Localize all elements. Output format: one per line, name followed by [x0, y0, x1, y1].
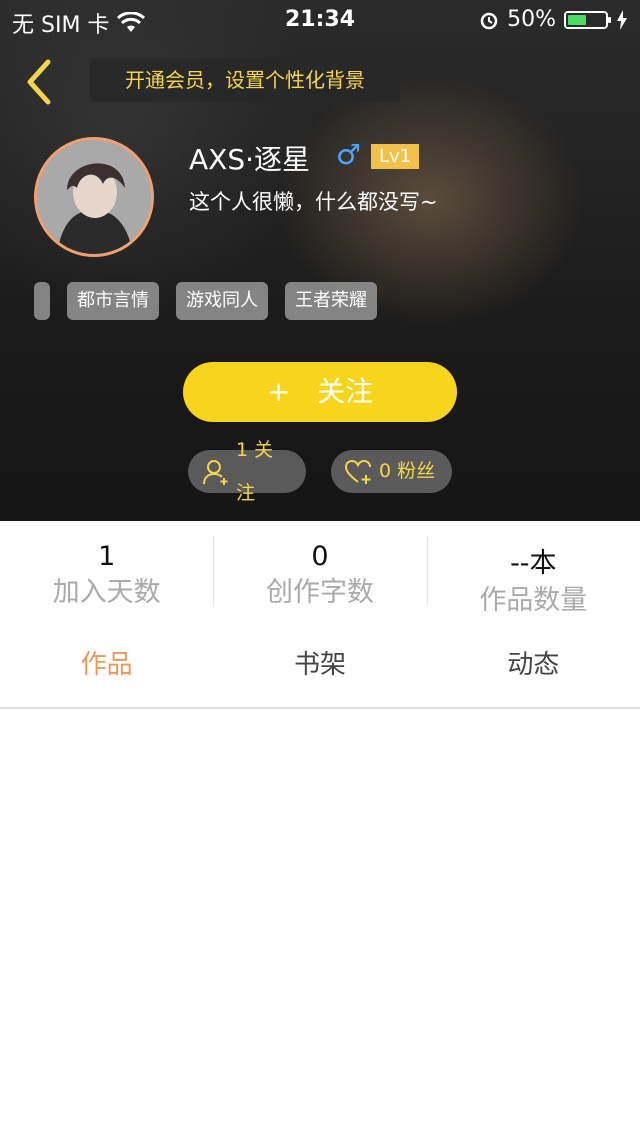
following-count-button[interactable]: 1 关注 [188, 439, 306, 504]
tab-bookshelf[interactable]: 书架 [213, 630, 426, 700]
fans-count: 0 粉丝 [379, 460, 436, 482]
stat-value: --本 [510, 548, 557, 579]
following-count: 1 关注 [235, 438, 274, 504]
profile-header: 无 SIM 卡 21:34 50% 开通会员，设置个性化背景 AXS·逐星 ♂ … [0, 0, 640, 521]
stat-label: 作品数量 [479, 585, 588, 616]
status-bar: 无 SIM 卡 21:34 50% [0, 0, 640, 40]
tag-item[interactable]: 王者荣耀 [285, 282, 377, 320]
stat-value: 1 [98, 541, 116, 572]
fans-count-button[interactable]: 0 粉丝 [331, 450, 452, 493]
avatar-image [37, 140, 151, 254]
tab-activity[interactable]: 动态 [427, 630, 640, 700]
tag-list: 都市言情 游戏同人 王者荣耀 [34, 282, 377, 320]
alarm-icon [480, 12, 498, 29]
add-user-icon [202, 459, 228, 485]
stats-row: 1 加入天数 0 创作字数 --本 作品数量 [0, 521, 640, 619]
stat-word-count: 0 创作字数 [213, 521, 426, 619]
username: AXS·逐星 [189, 143, 311, 176]
stat-label: 加入天数 [52, 577, 161, 608]
heart-plus-icon [345, 459, 371, 484]
avatar[interactable] [34, 137, 154, 257]
tab-works[interactable]: 作品 [0, 630, 213, 700]
back-chevron-icon[interactable] [22, 58, 58, 106]
tag-item[interactable]: 游戏同人 [176, 282, 268, 320]
tag-item[interactable] [34, 282, 50, 320]
level-badge: Lv1 [371, 144, 420, 169]
charging-icon [617, 9, 627, 30]
stat-join-days: 1 加入天数 [0, 521, 213, 619]
follow-button[interactable]: + 关注 [183, 362, 457, 422]
battery-percent: 50% [507, 7, 556, 32]
stat-label: 创作字数 [265, 577, 374, 608]
profile-tabs: 作品 书架 动态 [0, 630, 640, 700]
vip-banner[interactable]: 开通会员，设置个性化背景 [90, 58, 400, 102]
stat-works-count: --本 作品数量 [426, 521, 640, 619]
stat-value: 0 [311, 541, 329, 572]
battery-icon [564, 10, 611, 29]
user-bio: 这个人很懒，什么都没写~ [189, 190, 438, 214]
tabs-divider [0, 707, 640, 709]
male-gender-icon: ♂ [336, 138, 362, 171]
tag-item[interactable]: 都市言情 [67, 282, 159, 320]
